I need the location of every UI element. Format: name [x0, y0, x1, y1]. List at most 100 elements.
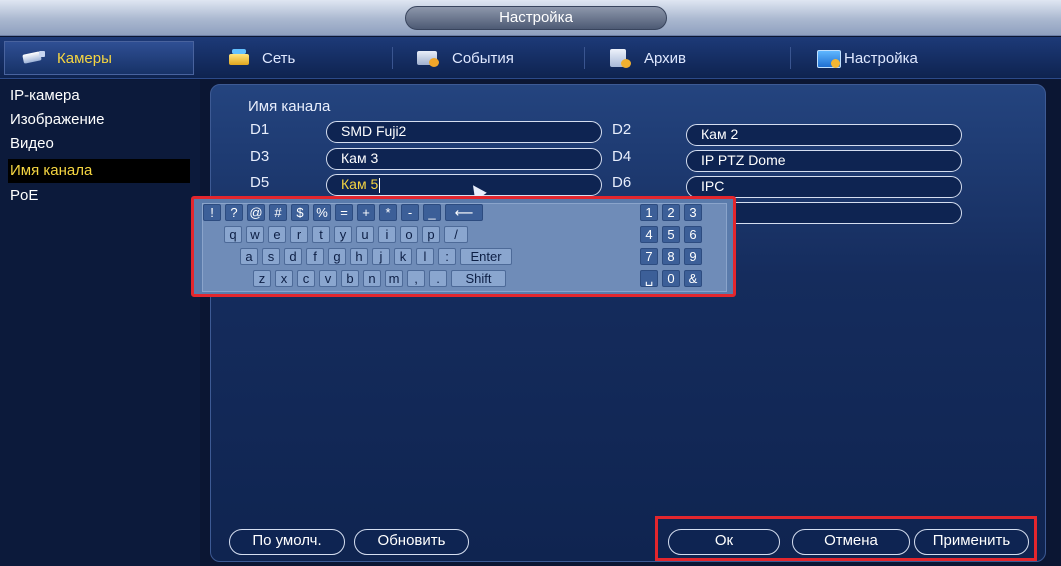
key-symbol-0-9[interactable]: - — [401, 204, 419, 221]
key-k[interactable]: k — [394, 248, 412, 265]
channel-id-d4: D4 — [612, 148, 632, 165]
key-r[interactable]: r — [290, 226, 308, 243]
tab-label: Сеть — [262, 49, 296, 67]
tab-events[interactable]: События — [400, 41, 580, 75]
key-y[interactable]: y — [334, 226, 352, 243]
channel-id-d5: D5 — [250, 174, 270, 191]
key-symbol-0-4[interactable]: $ — [291, 204, 309, 221]
key-l[interactable]: l — [416, 248, 434, 265]
channel-name-field-d1[interactable]: SMD Fuji2 — [326, 121, 602, 143]
text-caret — [379, 177, 381, 193]
apply-button[interactable]: Применить — [914, 529, 1029, 555]
key-g[interactable]: g — [328, 248, 346, 265]
key-q[interactable]: q — [224, 226, 242, 243]
sidebar-item-poe[interactable]: PoE — [8, 184, 190, 208]
key-x[interactable]: x — [275, 270, 293, 287]
tab-divider — [790, 47, 791, 69]
numpad-key-1-1[interactable]: 5 — [662, 226, 680, 243]
key-symbol-0-10[interactable]: _ — [423, 204, 441, 221]
numpad-key-2-0[interactable]: 7 — [640, 248, 658, 265]
tab-network[interactable]: Сеть — [210, 41, 390, 75]
key-symbol-1-10[interactable]: / — [444, 226, 468, 243]
numpad-key-0-0[interactable]: 1 — [640, 204, 658, 221]
numpad-key-3-1[interactable]: 0 — [662, 270, 680, 287]
tab-label: Настройка — [844, 49, 918, 67]
sidebar-item-channel-name[interactable]: Имя канала — [8, 159, 190, 183]
cancel-button[interactable]: Отмена — [792, 529, 910, 555]
channel-name-field-d4[interactable]: IP PTZ Dome — [686, 150, 962, 172]
key-b[interactable]: b — [341, 270, 359, 287]
channel-id-d3: D3 — [250, 148, 270, 165]
channel-name-field-d2[interactable]: Кам 2 — [686, 124, 962, 146]
key-o[interactable]: o — [400, 226, 418, 243]
channel-name-field-d6[interactable]: IPC — [686, 176, 962, 198]
main-tab-bar: Камеры Сеть События Архив Настройка — [0, 37, 1061, 79]
key-symbol-2-10[interactable]: Enter — [460, 248, 512, 265]
key-v[interactable]: v — [319, 270, 337, 287]
key-e[interactable]: e — [268, 226, 286, 243]
key-c[interactable]: c — [297, 270, 315, 287]
key-i[interactable]: i — [378, 226, 396, 243]
key-m[interactable]: m — [385, 270, 403, 287]
sidebar-item-video[interactable]: Видео — [8, 132, 190, 156]
key-d[interactable]: d — [284, 248, 302, 265]
key-symbol-3-8[interactable]: . — [429, 270, 447, 287]
channel-id-d1: D1 — [250, 121, 270, 138]
tab-label: События — [452, 49, 514, 67]
events-icon — [416, 48, 442, 68]
sidebar-item-ip-camera[interactable]: IP-камера — [8, 84, 190, 108]
sidebar-item-image[interactable]: Изображение — [8, 108, 190, 132]
key-s[interactable]: s — [262, 248, 280, 265]
tab-divider — [392, 47, 393, 69]
numpad-key-2-1[interactable]: 8 — [662, 248, 680, 265]
archive-icon — [608, 48, 634, 68]
camera-icon — [21, 48, 47, 68]
tab-archive[interactable]: Архив — [592, 41, 772, 75]
key-symbol-2-9[interactable]: : — [438, 248, 456, 265]
channel-name-value: Кам 5 — [341, 176, 379, 192]
key-symbol-0-3[interactable]: # — [269, 204, 287, 221]
key-t[interactable]: t — [312, 226, 330, 243]
key-symbol-0-0[interactable]: ! — [203, 204, 221, 221]
numpad-key-0-1[interactable]: 2 — [662, 204, 680, 221]
ok-button[interactable]: Ок — [668, 529, 780, 555]
network-icon — [226, 48, 252, 68]
key-u[interactable]: u — [356, 226, 374, 243]
key-a[interactable]: a — [240, 248, 258, 265]
numpad-key-3-2[interactable]: & — [684, 270, 702, 287]
channel-name-field-d5[interactable]: Кам 5 — [326, 174, 602, 196]
key-symbol-3-7[interactable]: , — [407, 270, 425, 287]
settings-icon — [816, 48, 842, 68]
key-symbol-0-7[interactable]: + — [357, 204, 375, 221]
key-n[interactable]: n — [363, 270, 381, 287]
section-title: Имя канала — [248, 98, 331, 115]
default-button[interactable]: По умолч. — [229, 529, 345, 555]
numpad-key-0-2[interactable]: 3 — [684, 204, 702, 221]
numpad-key-2-2[interactable]: 9 — [684, 248, 702, 265]
numpad-key-3-0[interactable]: ␣ — [640, 270, 658, 287]
tab-label: Камеры — [57, 49, 112, 67]
key-symbol-0-5[interactable]: % — [313, 204, 331, 221]
tab-label: Архив — [644, 49, 687, 67]
sidebar: IP-камера Изображение Видео Имя канала P… — [0, 80, 200, 566]
key-symbol-3-9[interactable]: Shift — [451, 270, 506, 287]
numpad-key-1-2[interactable]: 6 — [684, 226, 702, 243]
key-symbol-0-2[interactable]: @ — [247, 204, 265, 221]
refresh-button[interactable]: Обновить — [354, 529, 469, 555]
channel-name-field-d3[interactable]: Кам 3 — [326, 148, 602, 170]
tab-settings[interactable]: Настройка — [800, 41, 990, 75]
key-w[interactable]: w — [246, 226, 264, 243]
tab-cameras[interactable]: Камеры — [4, 41, 194, 75]
key-symbol-0-8[interactable]: * — [379, 204, 397, 221]
key-f[interactable]: f — [306, 248, 324, 265]
channel-id-d6: D6 — [612, 174, 632, 191]
key-z[interactable]: z — [253, 270, 271, 287]
key-symbol-0-1[interactable]: ? — [225, 204, 243, 221]
key-symbol-0-6[interactable]: = — [335, 204, 353, 221]
key-j[interactable]: j — [372, 248, 390, 265]
numpad-key-1-0[interactable]: 4 — [640, 226, 658, 243]
key-h[interactable]: h — [350, 248, 368, 265]
key-symbol-0-11[interactable]: ⟵ — [445, 204, 483, 221]
key-p[interactable]: p — [422, 226, 440, 243]
channel-id-d2: D2 — [612, 121, 632, 138]
